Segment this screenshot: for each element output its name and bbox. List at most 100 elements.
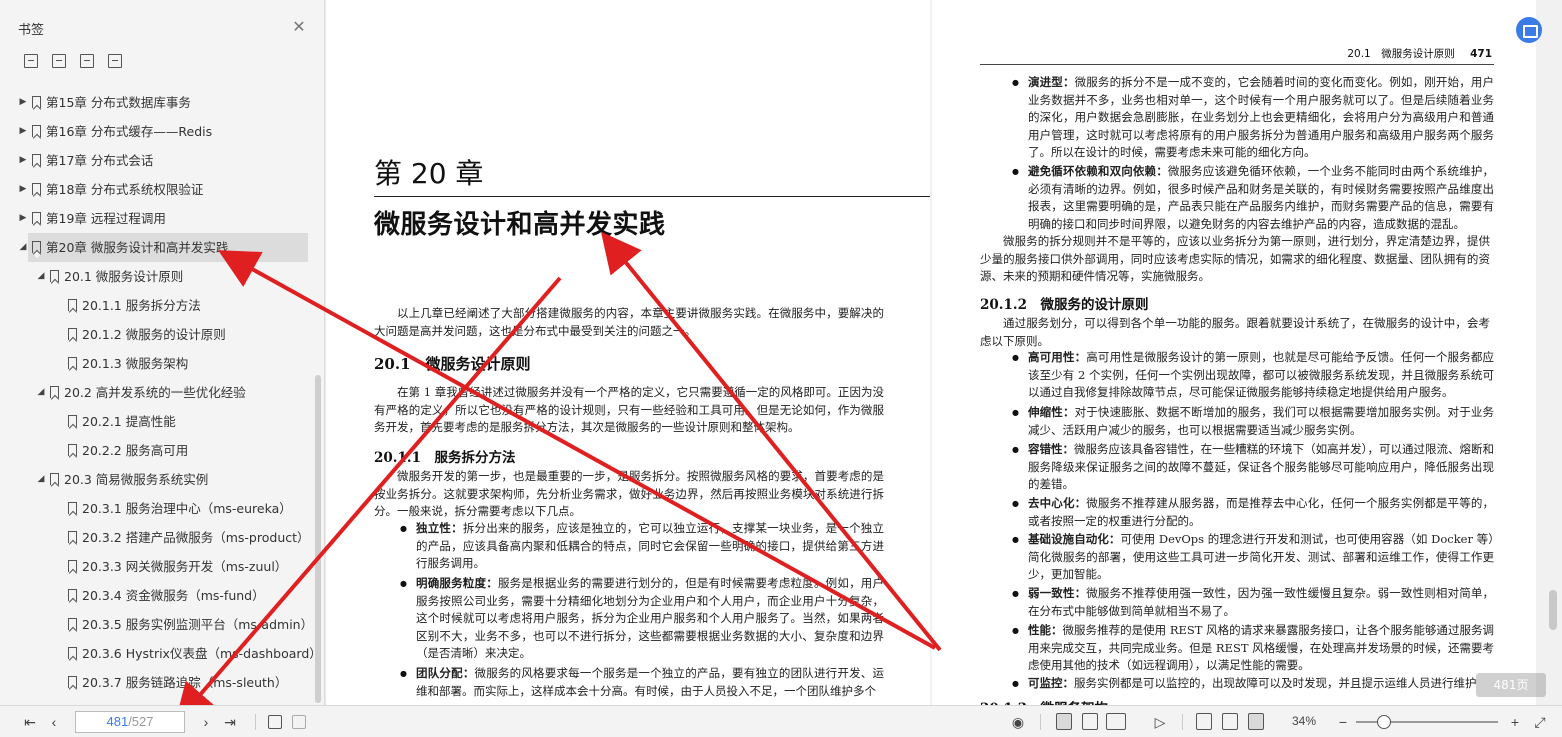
bookmark-label: 20.3 简易微服务系统实例: [64, 472, 209, 487]
bookmark-item[interactable]: ▶ 第16章 分布式缓存——Redis: [0, 117, 315, 146]
next-page-icon[interactable]: ›: [198, 713, 214, 731]
page-number-input[interactable]: 481/527: [75, 711, 185, 733]
bookmark-label: 20.1.1 服务拆分方法: [82, 298, 201, 313]
bookmark-item[interactable]: ◢ 第20章 微服务设计和高并发实践: [20, 233, 308, 262]
close-icon[interactable]: ✕: [290, 18, 308, 36]
last-page-icon[interactable]: ⇥: [222, 713, 238, 731]
bookmark-label: 20.3.5 服务实例监测平台（ms-admin）: [82, 617, 314, 632]
add-bookmark-icon[interactable]: [80, 54, 94, 68]
bookmark-label: 第19章 远程过程调用: [46, 211, 166, 226]
play-icon[interactable]: ▷: [1150, 713, 1170, 731]
bullet-term: 高可用性：: [1028, 350, 1087, 364]
expand-arrow-icon[interactable]: ▶: [18, 88, 28, 117]
bookmark-icon: [68, 560, 77, 572]
page-470: 第 20 章 微服务设计和高并发实践 以上几章已经阐述了大部分搭建微服务的内容，…: [326, 0, 930, 705]
bookmark-icon: [32, 212, 41, 224]
bookmark-item[interactable]: 20.3.1 服务治理中心（ms-eureka）: [0, 494, 315, 523]
forward-icon[interactable]: [292, 715, 306, 729]
bullet-term: 容错性：: [1028, 442, 1075, 456]
bookmark-item[interactable]: 20.1.3 微服务架构: [0, 349, 315, 378]
bookmark-item[interactable]: ▶ 第15章 分布式数据库事务: [0, 88, 315, 117]
bookmark-item[interactable]: 20.1.2 微服务的设计原则: [0, 320, 315, 349]
fit-page-icon[interactable]: [1222, 713, 1238, 730]
expand-arrow-icon[interactable]: ▶: [18, 146, 28, 175]
bullet-term: 弱一致性：: [1028, 586, 1087, 600]
bullet-item: 明确服务粒度：服务是根据业务的需要进行划分的，但是有时候需要考虑粒度。例如，用户…: [400, 575, 884, 663]
continuous-view-icon[interactable]: [1082, 713, 1098, 730]
bookmark-label: 第15章 分布式数据库事务: [46, 95, 191, 110]
collapse-arrow-icon[interactable]: ◢: [36, 465, 46, 494]
bookmark-label: 第20章 微服务设计和高并发实践: [46, 240, 229, 255]
collapse-all-icon[interactable]: [52, 54, 66, 68]
bookmark-label: 20.2 高并发系统的一些优化经验: [64, 385, 246, 400]
previous-page-icon[interactable]: ‹: [46, 713, 62, 731]
bookmark-icon[interactable]: [108, 54, 122, 68]
bullet-text: 微服务不推荐使用强一致性，因为强一致性缓慢且复杂。弱一致性则相对简单，在分布式中…: [1028, 586, 1495, 618]
bookmark-label: 20.1 微服务设计原则: [64, 269, 184, 284]
header-rule: [980, 64, 1494, 65]
sidebar-scrollbar[interactable]: [315, 375, 321, 703]
bookmark-item[interactable]: 20.3.5 服务实例监测平台（ms-admin）: [0, 610, 315, 639]
bookmark-item[interactable]: 20.3.4 资金微服务（ms-fund）: [0, 581, 315, 610]
bookmark-item[interactable]: ▶ 第17章 分布式会话: [0, 146, 315, 175]
expand-arrow-icon[interactable]: ▶: [18, 204, 28, 233]
expand-all-icon[interactable]: [24, 54, 38, 68]
collapse-arrow-icon[interactable]: ◢: [36, 262, 46, 291]
bookmark-item[interactable]: ▶ 第18章 分布式系统权限验证: [0, 175, 315, 204]
bookmark-icon: [50, 270, 59, 282]
bullet-item: 弱一致性：微服务不推荐使用强一致性，因为强一致性缓慢且复杂。弱一致性则相对简单，…: [1012, 585, 1495, 620]
bookmark-item[interactable]: 20.2.2 服务高可用: [0, 436, 315, 465]
paragraph-20-1-2: 通过服务划分，可以得到各个单一功能的服务。跟着就要设计系统了，在微服务的设计中，…: [980, 316, 1490, 348]
bookmark-label: 第18章 分布式系统权限验证: [46, 182, 204, 197]
screen-capture-icon[interactable]: [1516, 17, 1542, 43]
fit-width-icon[interactable]: [1248, 713, 1264, 730]
bookmark-item[interactable]: 20.1.1 服务拆分方法: [0, 291, 315, 320]
chapter-title: 微服务设计和高并发实践: [374, 210, 666, 240]
chapter-number: 第 20 章: [374, 157, 484, 190]
actual-size-icon[interactable]: [1196, 713, 1212, 730]
bookmark-icon: [68, 357, 77, 369]
separator: [1182, 714, 1183, 730]
two-page-view-icon[interactable]: [1106, 713, 1126, 730]
bookmark-label: 20.2.1 提高性能: [82, 414, 176, 429]
bookmark-item[interactable]: 20.3.6 Hystrix仪表盘（ms-dashboard）: [0, 639, 322, 668]
running-head-title: 20.1 微服务设计原则: [1347, 48, 1455, 60]
bookmark-item[interactable]: 20.3.3 网关微服务开发（ms-zuul）: [0, 552, 315, 581]
expand-arrow-icon[interactable]: ▶: [18, 117, 28, 146]
bookmark-item[interactable]: ▶ 第19章 远程过程调用: [0, 204, 315, 233]
heading-20-1-2: 20.1.2 微服务的设计原则: [980, 297, 1149, 313]
collapse-arrow-icon[interactable]: ◢: [36, 378, 46, 407]
bookmark-icon: [68, 618, 77, 630]
bookmark-item[interactable]: ◢ 20.1 微服务设计原则: [0, 262, 315, 291]
bookmark-item[interactable]: 20.2.1 提高性能: [0, 407, 315, 436]
zoom-level[interactable]: 34%: [1292, 714, 1316, 728]
single-page-view-icon[interactable]: [1056, 713, 1072, 730]
bookmark-item[interactable]: 20.3.2 搭建产品微服务（ms-product）: [0, 523, 315, 552]
page-indicator-tip: 481页: [1476, 673, 1546, 697]
zoom-slider-knob[interactable]: [1377, 715, 1391, 729]
zoom-in-icon[interactable]: +: [1508, 713, 1522, 731]
bullet-term: 独立性：: [416, 521, 463, 535]
back-icon[interactable]: [268, 715, 282, 729]
bullet-item: 可监控：服务实例都是可以监控的，出现故障可以及时发现，并且提示运维人员进行维护: [1012, 675, 1494, 693]
first-page-icon[interactable]: ⇤: [22, 713, 38, 731]
fullscreen-icon[interactable]: ⤢: [1532, 713, 1548, 731]
document-view[interactable]: 第 20 章 微服务设计和高并发实践 以上几章已经阐述了大部分搭建微服务的内容，…: [326, 0, 1562, 705]
zoom-out-icon[interactable]: −: [1336, 713, 1350, 731]
total-pages: /527: [128, 714, 154, 729]
document-scrollbar[interactable]: [1549, 590, 1557, 630]
bullet-text: 高可用性是微服务设计的第一原则，也就是尽可能给予反馈。任何一个服务都应该至少有 …: [1028, 350, 1495, 399]
bookmark-item[interactable]: 20.3.7 服务链路追踪（ms-sleuth）: [0, 668, 315, 697]
expand-arrow-icon[interactable]: ▶: [18, 175, 28, 204]
separator: [1040, 714, 1041, 730]
eye-icon[interactable]: ◉: [1008, 713, 1028, 731]
bookmark-item[interactable]: ◢ 20.2 高并发系统的一些优化经验: [0, 378, 315, 407]
bookmark-item[interactable]: ◢ 20.3 简易微服务系统实例: [0, 465, 315, 494]
bookmark-icon: [50, 473, 59, 485]
bookmark-label: 20.3.6 Hystrix仪表盘（ms-dashboard）: [82, 646, 322, 661]
bullet-term: 明确服务粒度：: [416, 576, 498, 590]
bookmark-toolbar: [24, 54, 122, 68]
collapse-arrow-icon[interactable]: ◢: [18, 233, 28, 262]
bullet-term: 伸缩性：: [1028, 405, 1075, 419]
bullet-text: 微服务的拆分不是一成不变的，它会随着时间的变化而变化。例如，刚开始，用户业务数据…: [1028, 75, 1495, 159]
